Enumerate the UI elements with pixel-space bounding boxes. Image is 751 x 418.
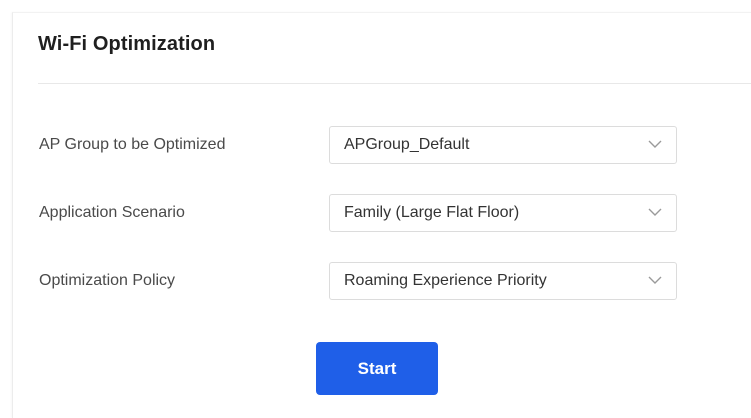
optimization-policy-value: Roaming Experience Priority	[344, 272, 547, 289]
chevron-down-icon	[648, 140, 662, 148]
start-button[interactable]: Start	[316, 342, 438, 395]
title-divider	[38, 83, 751, 84]
chevron-down-icon	[648, 208, 662, 216]
application-scenario-select[interactable]: Family (Large Flat Floor)	[329, 194, 677, 232]
ap-group-row: AP Group to be Optimized APGroup_Default	[39, 126, 739, 166]
ap-group-label: AP Group to be Optimized	[39, 136, 226, 153]
optimization-policy-select[interactable]: Roaming Experience Priority	[329, 262, 677, 300]
optimization-policy-row: Optimization Policy Roaming Experience P…	[39, 262, 739, 302]
optimization-policy-label: Optimization Policy	[39, 272, 176, 289]
page-title: Wi-Fi Optimization	[38, 33, 216, 55]
wifi-optimization-panel: Wi-Fi Optimization AP Group to be Optimi…	[12, 12, 751, 418]
chevron-down-icon	[648, 276, 662, 284]
application-scenario-row: Application Scenario Family (Large Flat …	[39, 194, 739, 234]
application-scenario-value: Family (Large Flat Floor)	[344, 204, 520, 221]
application-scenario-label: Application Scenario	[39, 204, 185, 221]
ap-group-value: APGroup_Default	[344, 136, 470, 153]
ap-group-select[interactable]: APGroup_Default	[329, 126, 677, 164]
